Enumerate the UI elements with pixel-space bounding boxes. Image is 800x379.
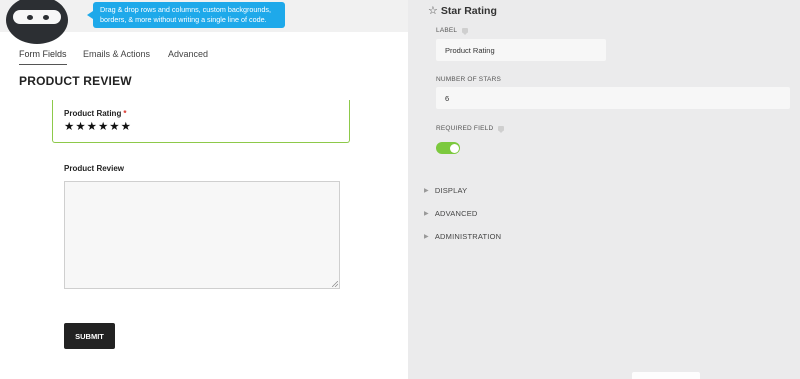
star-icon[interactable]: ★ <box>109 121 119 133</box>
submit-button[interactable]: SUBMIT <box>64 323 115 349</box>
star-icon[interactable]: ★ <box>98 121 108 133</box>
tab-form-fields[interactable]: Form Fields <box>19 49 67 65</box>
section-advanced[interactable]: ▶ ADVANCED <box>424 209 478 218</box>
settings-title-text: Star Rating <box>440 4 497 17</box>
toggle-knob <box>449 143 459 153</box>
number-of-stars-input[interactable]: 6 <box>436 87 790 109</box>
section-label: DISPLAY <box>434 186 468 195</box>
form-preview-panel: Drag & drop rows and columns, custom bac… <box>0 0 408 379</box>
star-icon[interactable]: ★ <box>64 121 74 133</box>
label-setting-label: LABEL <box>436 27 469 35</box>
section-display[interactable]: ▶ DISPLAY <box>424 186 467 195</box>
section-label: ADMINISTRATION <box>434 232 502 241</box>
star-outline-icon: ☆ <box>428 5 438 17</box>
resize-grip-icon[interactable] <box>332 281 338 287</box>
num-stars-setting-label: NUMBER OF STARS <box>436 76 501 83</box>
review-label: Product Review <box>64 164 125 173</box>
required-setting-text: REQUIRED FIELD <box>436 125 494 132</box>
required-asterisk: * <box>123 109 127 118</box>
logo-eye-icon <box>43 15 49 20</box>
label-setting-text: LABEL <box>436 27 458 34</box>
star-rating-field[interactable]: Product Rating * ★ ★ ★ ★ ★ ★ <box>52 100 350 143</box>
section-label: ADVANCED <box>434 209 478 218</box>
star-rating-stars: ★ ★ ★ ★ ★ ★ <box>64 121 131 133</box>
tab-advanced[interactable]: Advanced <box>168 49 208 59</box>
section-administration[interactable]: ▶ ADMINISTRATION <box>424 232 501 241</box>
label-input[interactable]: Product Rating <box>436 39 606 61</box>
star-icon[interactable]: ★ <box>121 121 131 133</box>
required-toggle[interactable] <box>436 142 460 154</box>
help-bubble-icon[interactable] <box>498 126 505 133</box>
tab-emails-actions[interactable]: Emails & Actions <box>83 49 150 59</box>
form-title: PRODUCT REVIEW <box>19 74 132 88</box>
review-textarea[interactable] <box>64 181 340 289</box>
layout-tooltip: Drag & drop rows and columns, custom bac… <box>87 2 285 28</box>
field-settings-panel: ☆ Star Rating LABEL Product Rating NUMBE… <box>408 0 800 379</box>
bottom-tab <box>632 372 700 379</box>
star-icon[interactable]: ★ <box>75 121 85 133</box>
expand-arrow-icon: ▶ <box>424 188 429 194</box>
star-icon[interactable]: ★ <box>87 121 97 133</box>
logo-mask <box>13 10 61 24</box>
num-stars-setting-text: NUMBER OF STARS <box>436 76 501 83</box>
rating-label: Product Rating * <box>64 109 126 118</box>
logo-eye-icon <box>27 15 33 20</box>
settings-title: ☆ Star Rating <box>428 4 497 18</box>
rating-label-text: Product Rating <box>64 109 122 118</box>
expand-arrow-icon: ▶ <box>424 211 429 217</box>
expand-arrow-icon: ▶ <box>424 234 429 240</box>
help-bubble-icon[interactable] <box>462 28 469 35</box>
ninja-logo <box>6 0 68 44</box>
required-setting-label: REQUIRED FIELD <box>436 125 505 133</box>
